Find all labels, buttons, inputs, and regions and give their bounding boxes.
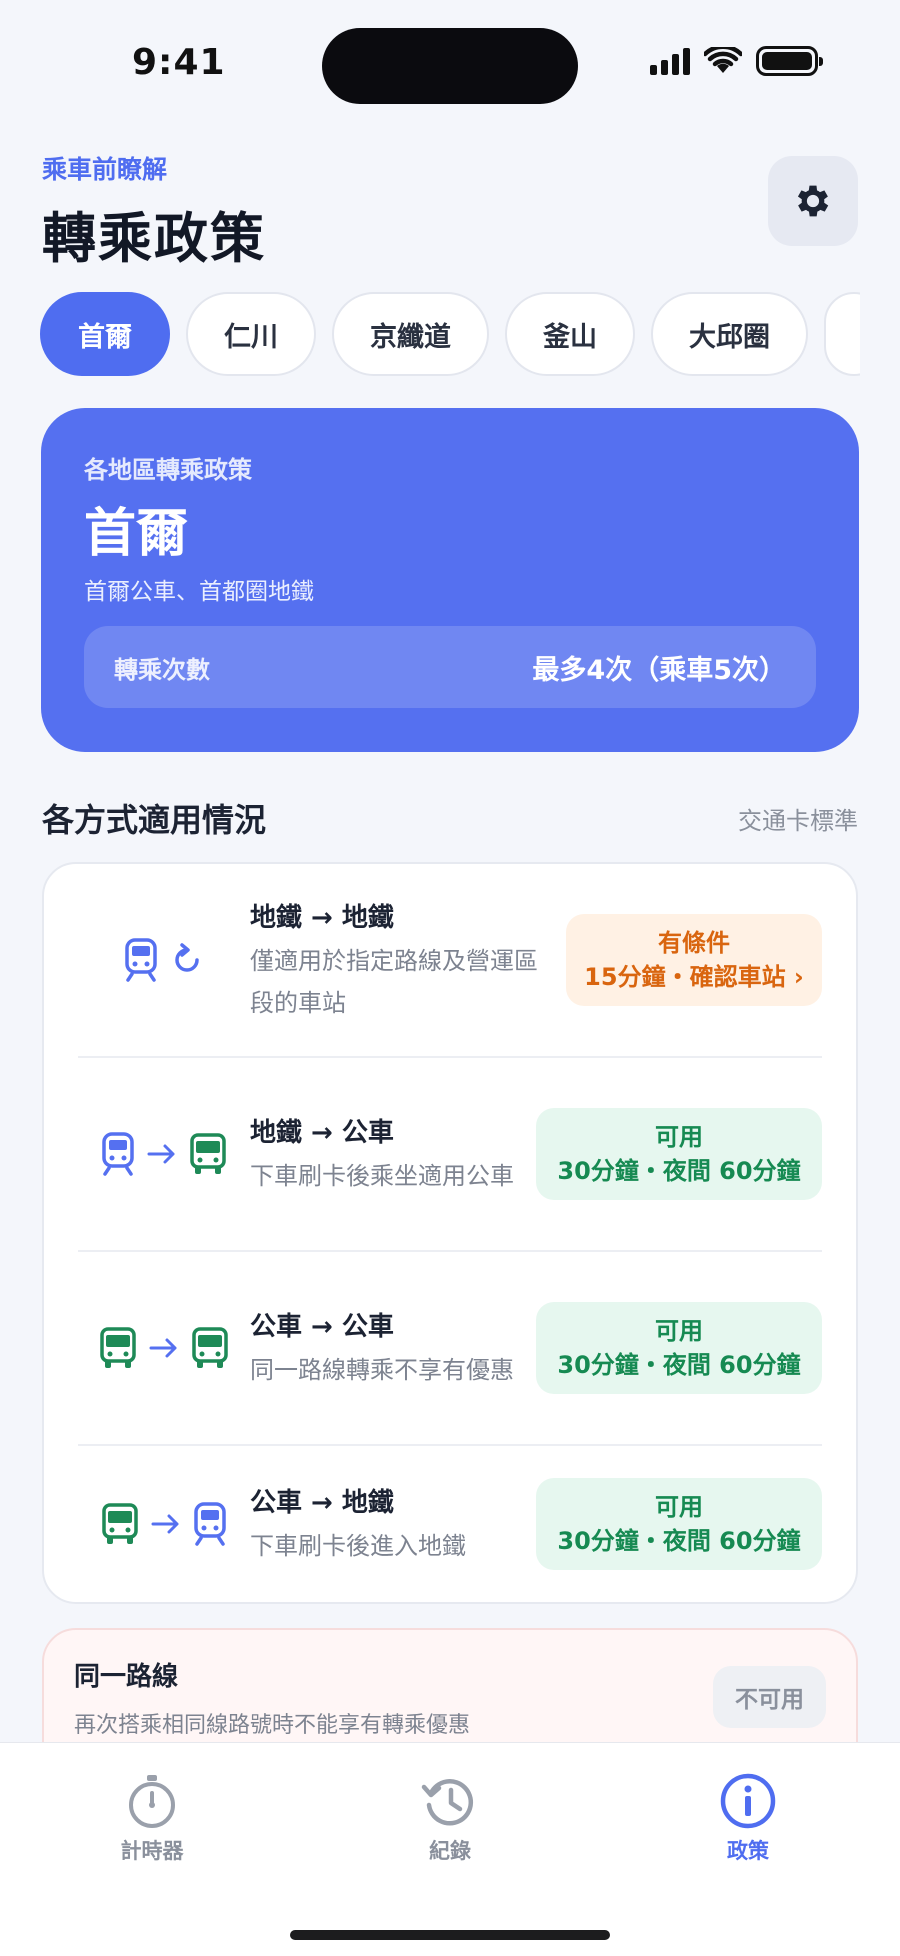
region-chip-daegu[interactable]: 大邱圈: [651, 292, 808, 376]
section-title: 各方式適用情況: [42, 801, 267, 839]
settings-button[interactable]: [768, 156, 858, 246]
gear-icon: [797, 185, 829, 217]
tab-label: 紀錄: [429, 1839, 471, 1863]
region-chip-incheon[interactable]: 仁川: [186, 292, 316, 376]
badge-status: 可用: [655, 1317, 703, 1345]
dynamic-island: [322, 28, 578, 104]
mode-title: 公車 → 公車: [250, 1311, 394, 1342]
badge-detail: 30分鐘・夜間 60分鐘: [557, 1527, 801, 1555]
bus-icon: [190, 1133, 226, 1174]
tab-label: 計時器: [120, 1839, 184, 1863]
page-title: 轉乘政策: [42, 207, 266, 270]
transfer-modes-list: 地鐵 → 地鐵 僅適用於指定路線及營運區段的車站 有條件 15分鐘・確認車站 ›: [42, 862, 858, 1604]
mode-icons: [78, 1327, 250, 1369]
mode-row-bus-bus: 公車 → 公車 同一路線轉乘不享有優惠 可用 30分鐘・夜間 60分鐘: [78, 1252, 822, 1446]
transfer-count-value: 最多4次（乘車5次）: [532, 654, 786, 686]
badge-detail: 30分鐘・夜間 60分鐘: [557, 1157, 801, 1185]
region-chip-busan[interactable]: 釜山: [505, 292, 635, 376]
transfer-count-row: 轉乘次數 最多4次（乘車5次）: [84, 626, 816, 708]
badge-detail: 15分鐘・確認車站 ›: [584, 963, 804, 991]
mode-text: 公車 → 公車 同一路線轉乘不享有優惠: [250, 1306, 540, 1391]
section-header: 各方式適用情況 交通卡標準: [42, 795, 858, 841]
badge-detail: 30分鐘・夜間 60分鐘: [557, 1351, 801, 1379]
cellular-signal-icon: [650, 47, 690, 75]
stopwatch-icon: [129, 1775, 175, 1828]
mode-text: 地鐵 → 地鐵 僅適用於指定路線及營運區段的車站: [250, 897, 540, 1024]
hero-description: 首爾公車、首都圈地鐵: [84, 579, 314, 605]
status-badge: 可用 30分鐘・夜間 60分鐘: [536, 1108, 822, 1200]
mode-row-subway-subway[interactable]: 地鐵 → 地鐵 僅適用於指定路線及營運區段的車站 有條件 15分鐘・確認車站 ›: [78, 864, 822, 1058]
bus-icon: [192, 1327, 228, 1368]
region-chip-seoul[interactable]: 首爾: [40, 292, 170, 376]
subway-icon: [102, 1132, 134, 1176]
transfer-count-label: 轉乘次數: [114, 655, 210, 684]
page-eyebrow: 乘車前瞭解: [42, 155, 168, 184]
arrow-right-icon: [147, 1144, 175, 1164]
tab-history[interactable]: 紀錄: [350, 1771, 550, 1865]
mode-description: 下車刷卡後乘坐適用公車: [250, 1161, 514, 1190]
region-chip-more[interactable]: [824, 292, 860, 376]
info-icon: [720, 1773, 776, 1829]
hero-label: 各地區轉乘政策: [84, 456, 252, 484]
region-policy-card: 各地區轉乘政策 首爾 首爾公車、首都圈地鐵 轉乘次數 最多4次（乘車5次）: [41, 408, 859, 752]
mode-title: 地鐵 → 公車: [250, 1117, 394, 1148]
mode-title: 公車 → 地鐵: [250, 1487, 394, 1518]
subway-icon: [125, 938, 157, 982]
status-bar: 9:41: [0, 0, 900, 120]
status-badge: 可用 30分鐘・夜間 60分鐘: [536, 1478, 822, 1570]
mode-icons: [78, 1132, 250, 1176]
mode-icons: [78, 1502, 250, 1546]
wifi-icon: [704, 47, 742, 73]
badge-status: 有條件: [658, 929, 730, 957]
badge-status: 可用: [655, 1493, 703, 1521]
tab-label: 政策: [727, 1839, 769, 1863]
mode-row-bus-subway: 公車 → 地鐵 下車刷卡後進入地鐵 可用 30分鐘・夜間 60分鐘: [78, 1446, 822, 1602]
badge-status: 可用: [655, 1123, 703, 1151]
bus-icon: [102, 1503, 138, 1544]
mode-title: 地鐵 → 地鐵: [250, 902, 394, 933]
mode-icons: [78, 938, 250, 982]
region-tabs: 首爾 仁川 京纖道 釜山 大邱圈: [40, 292, 860, 378]
subway-icon: [194, 1502, 226, 1546]
region-chip-gyeonggi[interactable]: 京纖道: [332, 292, 489, 376]
tab-bar: 計時器 紀錄 政策: [0, 1742, 900, 1956]
mode-text: 公車 → 地鐵 下車刷卡後進入地鐵: [250, 1482, 540, 1567]
reload-icon: [175, 943, 199, 972]
mode-description: 下車刷卡後進入地鐵: [250, 1531, 466, 1560]
status-badge[interactable]: 有條件 15分鐘・確認車站 ›: [566, 914, 822, 1006]
page-header: 乘車前瞭解 轉乘政策: [42, 150, 858, 273]
status-icons: [650, 46, 823, 76]
mode-description: 僅適用於指定路線及營運區段的車站: [250, 946, 538, 1017]
mode-description: 同一路線轉乘不享有優惠: [250, 1355, 514, 1384]
history-icon: [421, 1779, 474, 1826]
status-badge: 可用 30分鐘・夜間 60分鐘: [536, 1302, 822, 1394]
unavailable-badge: 不可用: [713, 1666, 826, 1728]
battery-icon: [756, 46, 823, 76]
home-indicator[interactable]: [290, 1930, 610, 1940]
arrow-right-icon: [151, 1514, 179, 1534]
section-note: 交通卡標準: [738, 806, 858, 835]
tab-policy[interactable]: 政策: [648, 1771, 848, 1865]
bus-icon: [100, 1327, 136, 1368]
mode-text: 地鐵 → 公車 下車刷卡後乘坐適用公車: [250, 1112, 540, 1197]
tab-timer[interactable]: 計時器: [52, 1771, 252, 1865]
arrow-right-icon: [149, 1338, 177, 1358]
mode-row-subway-bus: 地鐵 → 公車 下車刷卡後乘坐適用公車 可用 30分鐘・夜間 60分鐘: [78, 1058, 822, 1252]
status-time: 9:41: [132, 42, 226, 83]
hero-region: 首爾: [84, 504, 189, 564]
